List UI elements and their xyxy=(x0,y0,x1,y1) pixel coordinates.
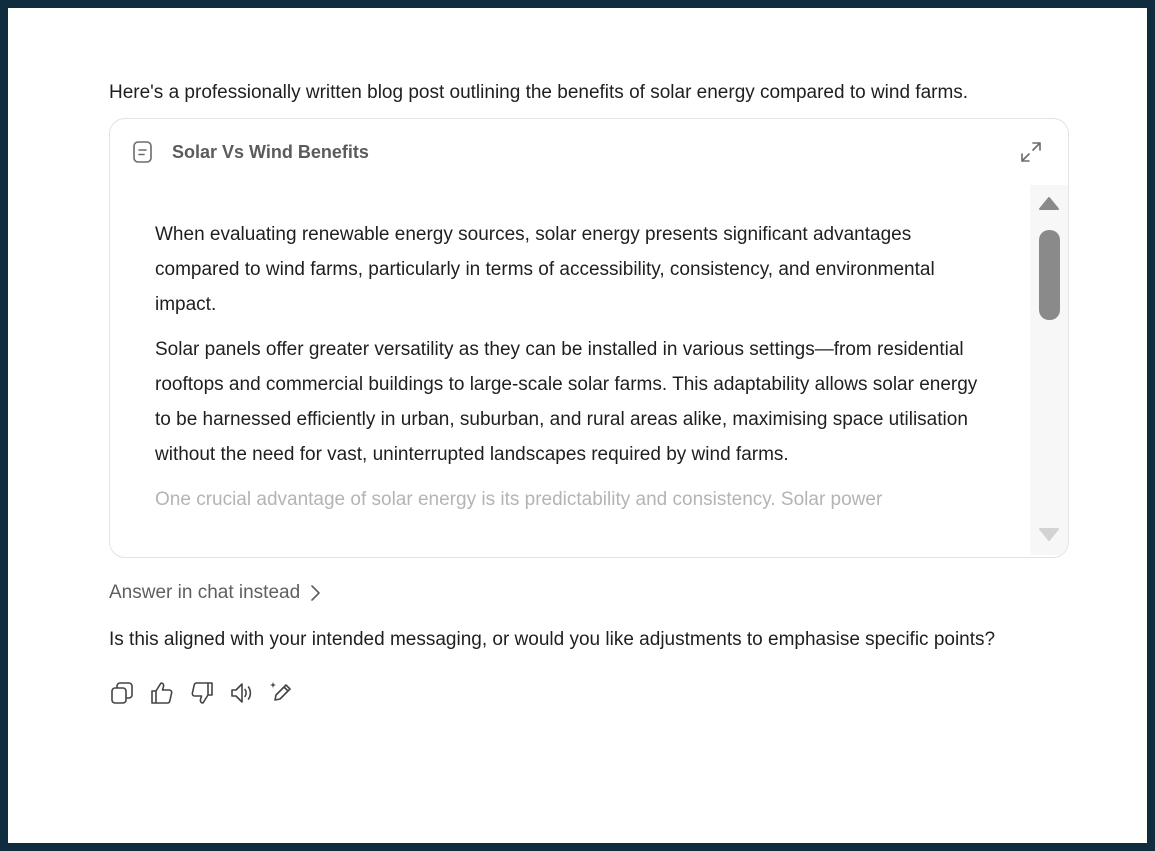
assistant-followup-text: Is this aligned with your intended messa… xyxy=(109,629,996,650)
answer-in-chat-label: Answer in chat instead xyxy=(109,582,301,603)
read-aloud-button[interactable] xyxy=(229,680,269,706)
paragraph-2: Solar panels offer greater versatility a… xyxy=(155,339,978,465)
paragraph-3-partial: One crucial advantage of solar energy is… xyxy=(155,489,883,510)
chat-window: Here's a professionally written blog pos… xyxy=(8,8,1147,843)
artifact-header: Solar Vs Wind Benefits xyxy=(110,119,1068,183)
edit-icon xyxy=(270,682,291,701)
thumbs-down-button[interactable] xyxy=(189,680,229,706)
read-aloud-icon xyxy=(231,683,252,703)
assistant-intro-text: Here's a professionally written blog pos… xyxy=(109,82,969,103)
artifact-content: When evaluating renewable energy sources… xyxy=(155,217,985,527)
edit-button[interactable] xyxy=(269,680,309,706)
chevron-right-icon xyxy=(311,585,320,601)
expand-icon[interactable] xyxy=(1019,140,1043,164)
artifact-title: Solar Vs Wind Benefits xyxy=(172,142,369,162)
scroll-down-arrow-icon[interactable] xyxy=(1037,525,1061,545)
artifact-card[interactable]: Solar Vs Wind Benefits When evaluating r… xyxy=(109,118,1069,558)
paragraph-1: When evaluating renewable energy sources… xyxy=(155,224,935,315)
scroll-up-arrow-icon[interactable] xyxy=(1037,193,1061,213)
scrollbar-thumb[interactable] xyxy=(1039,230,1060,320)
document-icon xyxy=(133,141,152,163)
thumbs-up-button[interactable] xyxy=(149,680,189,706)
message-action-bar xyxy=(109,680,309,706)
copy-icon xyxy=(111,682,133,704)
thumbs-up-icon xyxy=(151,682,173,704)
copy-button[interactable] xyxy=(109,680,149,706)
answer-in-chat-link[interactable]: Answer in chat instead xyxy=(109,580,322,606)
scrollbar[interactable] xyxy=(1030,185,1068,555)
thumbs-down-icon xyxy=(191,682,213,704)
